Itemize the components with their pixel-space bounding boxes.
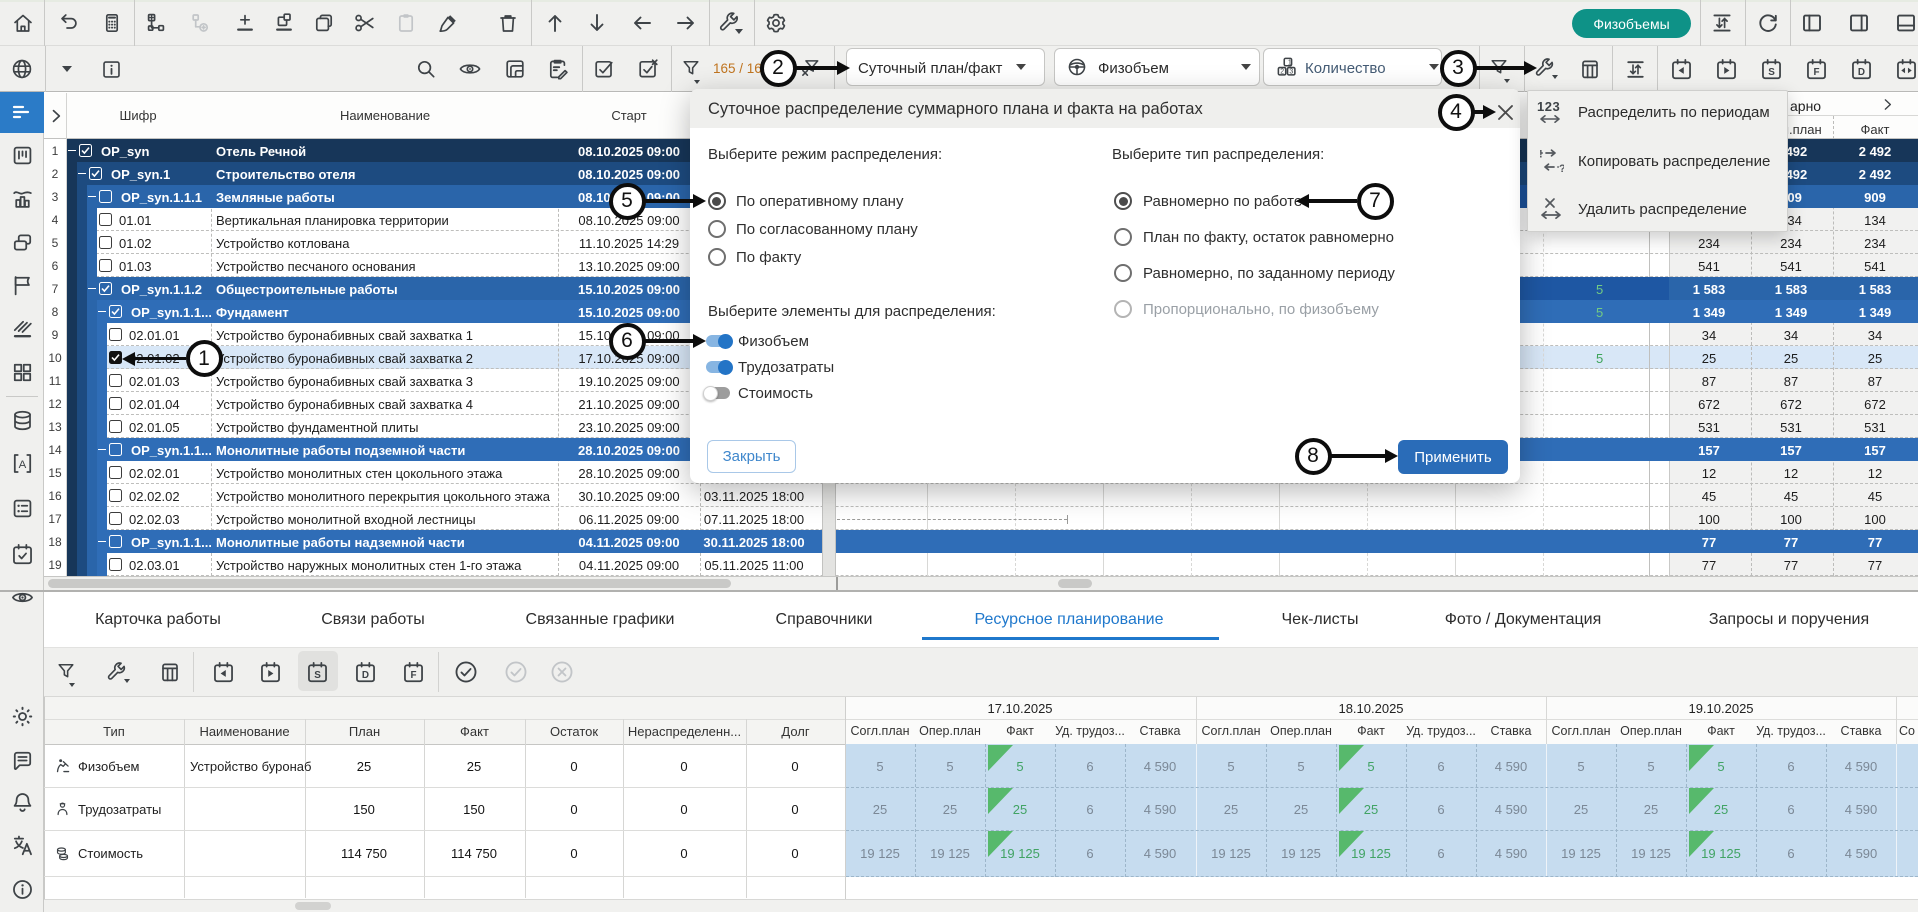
svg-text:!: ! xyxy=(1539,149,1543,161)
svg-text:?: ? xyxy=(1559,163,1564,174)
